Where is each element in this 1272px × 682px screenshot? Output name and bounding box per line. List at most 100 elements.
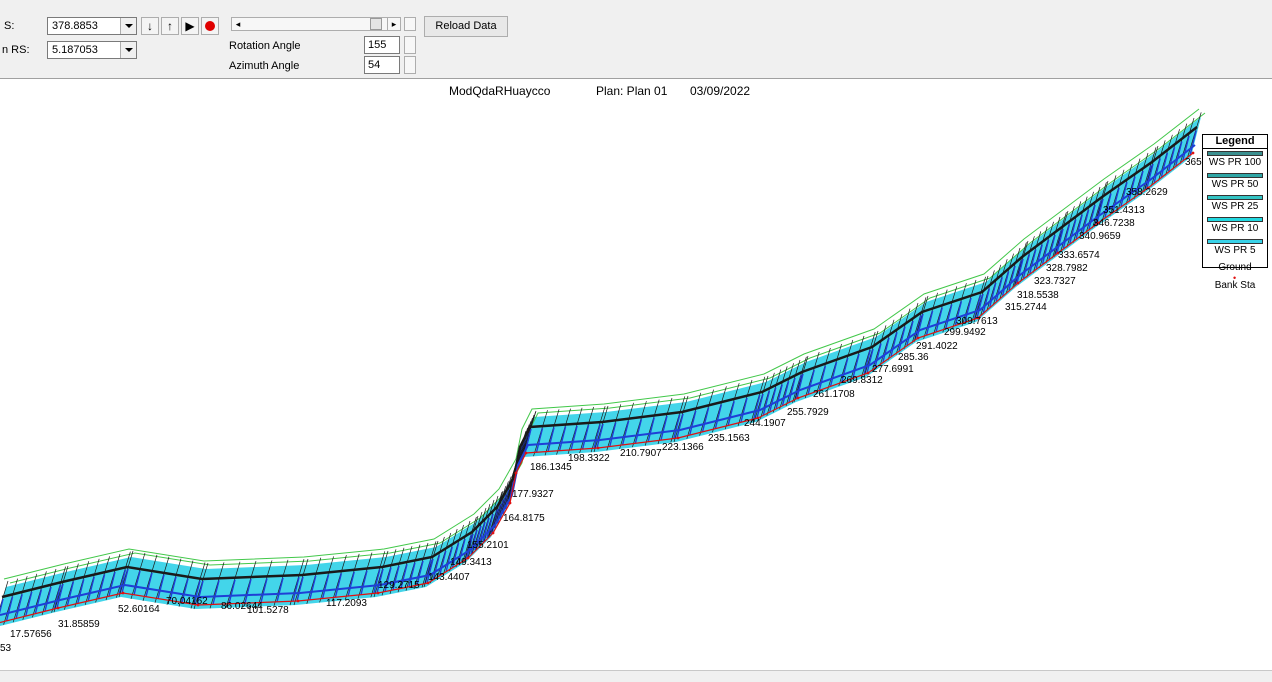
legend-swatch xyxy=(1207,239,1263,244)
toolbar: S: 378.8853 n RS: 5.187053 ↓ ↑ ▶ ◂ ▸ Rot… xyxy=(0,0,1272,78)
station-label: 277.6991 xyxy=(872,364,914,375)
overbank-line-left xyxy=(3,108,1200,580)
station-label: 70.04162 xyxy=(166,596,208,607)
ground-line xyxy=(1,126,1198,599)
plot-title-project: ModQdaRHuaycco xyxy=(449,84,551,98)
chevron-down-icon[interactable] xyxy=(120,18,136,34)
legend-ground-label: Ground xyxy=(1218,262,1252,273)
play-button[interactable]: ▶ xyxy=(181,17,199,35)
station-label: 333.6574 xyxy=(1058,250,1100,261)
record-button[interactable] xyxy=(201,17,219,35)
rotation-angle-label: Rotation Angle xyxy=(229,40,301,52)
station-label: 323.7327 xyxy=(1034,276,1076,287)
overbank-line-right xyxy=(9,112,1206,584)
animation-slider[interactable]: ◂ ▸ xyxy=(231,17,401,31)
rotation-spinner[interactable] xyxy=(404,36,416,54)
legend-bank-label: Bank Sta xyxy=(1214,280,1256,291)
chevron-down-icon[interactable] xyxy=(120,42,136,58)
bank-station-marker xyxy=(1016,281,1020,285)
legend-item: WS PR 5 xyxy=(1203,237,1267,259)
legend-swatch xyxy=(1207,195,1263,200)
station-label: 53 xyxy=(0,643,12,654)
station-label: 177.9327 xyxy=(512,489,554,500)
legend-item: WS PR 10 xyxy=(1203,215,1267,237)
station-label: 143.4407 xyxy=(428,572,470,583)
azimuth-spinner[interactable] xyxy=(404,56,416,74)
azimuth-angle-input[interactable]: 54 xyxy=(364,56,400,74)
bank-station-marker xyxy=(56,606,60,610)
arrow-down-icon: ↓ xyxy=(147,19,153,33)
down-arrow-button[interactable]: ↓ xyxy=(141,17,159,35)
station-label: 155.2101 xyxy=(467,540,509,551)
station-label: 351.4313 xyxy=(1103,205,1145,216)
legend-item-label: WS PR 100 xyxy=(1208,157,1262,168)
station-label: 285.36 xyxy=(898,352,929,363)
station-label: 261.1708 xyxy=(813,389,855,400)
second-rs-select[interactable]: 5.187053 xyxy=(47,41,137,59)
legend-items: WS PR 100 WS PR 50 WS PR 25 WS PR 10 WS PR 5 xyxy=(1203,149,1267,259)
legend-item-label: WS PR 5 xyxy=(1214,245,1256,256)
plot-canvas[interactable]: 53 17.57656 31.85859 52.60164 70.04162 86.026… xyxy=(0,78,1272,670)
station-label: 129.2715 xyxy=(378,580,420,591)
scroll-left-icon[interactable]: ◂ xyxy=(232,18,244,30)
river-station-label: S: xyxy=(4,20,15,32)
up-arrow-button[interactable]: ↑ xyxy=(161,17,179,35)
station-label: 117.2093 xyxy=(326,598,367,609)
channel-thalweg xyxy=(0,144,1196,616)
legend-item-label: WS PR 10 xyxy=(1211,223,1259,234)
bank-station-marker xyxy=(676,436,680,440)
play-icon: ▶ xyxy=(185,19,195,33)
plot-title-date: 03/09/2022 xyxy=(690,84,751,98)
legend: Legend WS PR 100 WS PR 50 WS PR 25 WS PR 10… xyxy=(1202,134,1268,291)
station-label: 52.60164 xyxy=(118,604,160,615)
arrow-up-icon: ↑ xyxy=(167,19,173,33)
azimuth-angle-label: Azimuth Angle xyxy=(229,60,300,72)
station-label: 255.7929 xyxy=(787,407,829,418)
station-label: 315.2744 xyxy=(1005,302,1047,313)
station-label: 149.3413 xyxy=(450,557,492,568)
second-rs-value: 5.187053 xyxy=(52,44,98,56)
horizontal-scrollbar[interactable] xyxy=(0,670,1272,682)
bank-station-marker xyxy=(1191,151,1195,155)
station-label: 346.7238 xyxy=(1093,218,1135,229)
station-label: 101.5278 xyxy=(247,605,289,616)
bank-station-marker xyxy=(296,599,300,603)
station-label: 328.7982 xyxy=(1046,263,1088,274)
scroll-right-icon[interactable]: ▸ xyxy=(387,18,400,30)
bank-station-marker xyxy=(866,371,870,375)
station-label: 309.7613 xyxy=(956,316,998,327)
bank-station-marker xyxy=(376,591,380,595)
slider-thumb[interactable] xyxy=(370,18,382,30)
river-3d-plot: 5317.5765631.8585952.6016470.04162 86.026… xyxy=(0,108,1208,654)
bank-station-line xyxy=(0,152,1194,624)
slider-up-button[interactable] xyxy=(404,17,416,31)
bank-station-marker xyxy=(121,591,125,595)
legend-swatch xyxy=(1207,151,1263,156)
legend-item-label: WS PR 50 xyxy=(1211,179,1259,190)
legend-bank: • Bank Sta xyxy=(1203,273,1267,293)
station-label: 358.2629 xyxy=(1126,187,1168,198)
rotation-angle-input[interactable]: 155 xyxy=(364,36,400,54)
bank-station-marker xyxy=(514,471,518,475)
legend-swatch xyxy=(1207,173,1263,178)
station-label: 235.1563 xyxy=(708,433,750,444)
bank-station-marker xyxy=(916,336,920,340)
second-rs-label: n RS: xyxy=(2,44,30,56)
legend-item: WS PR 100 xyxy=(1203,149,1267,171)
water-surface xyxy=(0,117,1201,626)
bank-station-marker xyxy=(796,396,800,400)
station-label: 299.9492 xyxy=(944,327,986,338)
bank-station-marker xyxy=(491,531,495,535)
station-label: 291.4022 xyxy=(916,341,958,352)
river-station-select[interactable]: 378.8853 xyxy=(47,17,137,35)
station-label: 17.57656 xyxy=(10,629,52,640)
reload-data-button[interactable]: Reload Data xyxy=(424,16,508,37)
station-label: 340.9659 xyxy=(1079,231,1121,242)
station-label: 244.1907 xyxy=(744,418,786,429)
river-station-value: 378.8853 xyxy=(52,20,98,32)
legend-item: WS PR 25 xyxy=(1203,193,1267,215)
station-label: 186.1345 xyxy=(530,462,572,473)
bank-station-marker xyxy=(524,451,528,455)
bank-station-marker xyxy=(508,501,512,505)
station-label: 318.5538 xyxy=(1017,290,1059,301)
